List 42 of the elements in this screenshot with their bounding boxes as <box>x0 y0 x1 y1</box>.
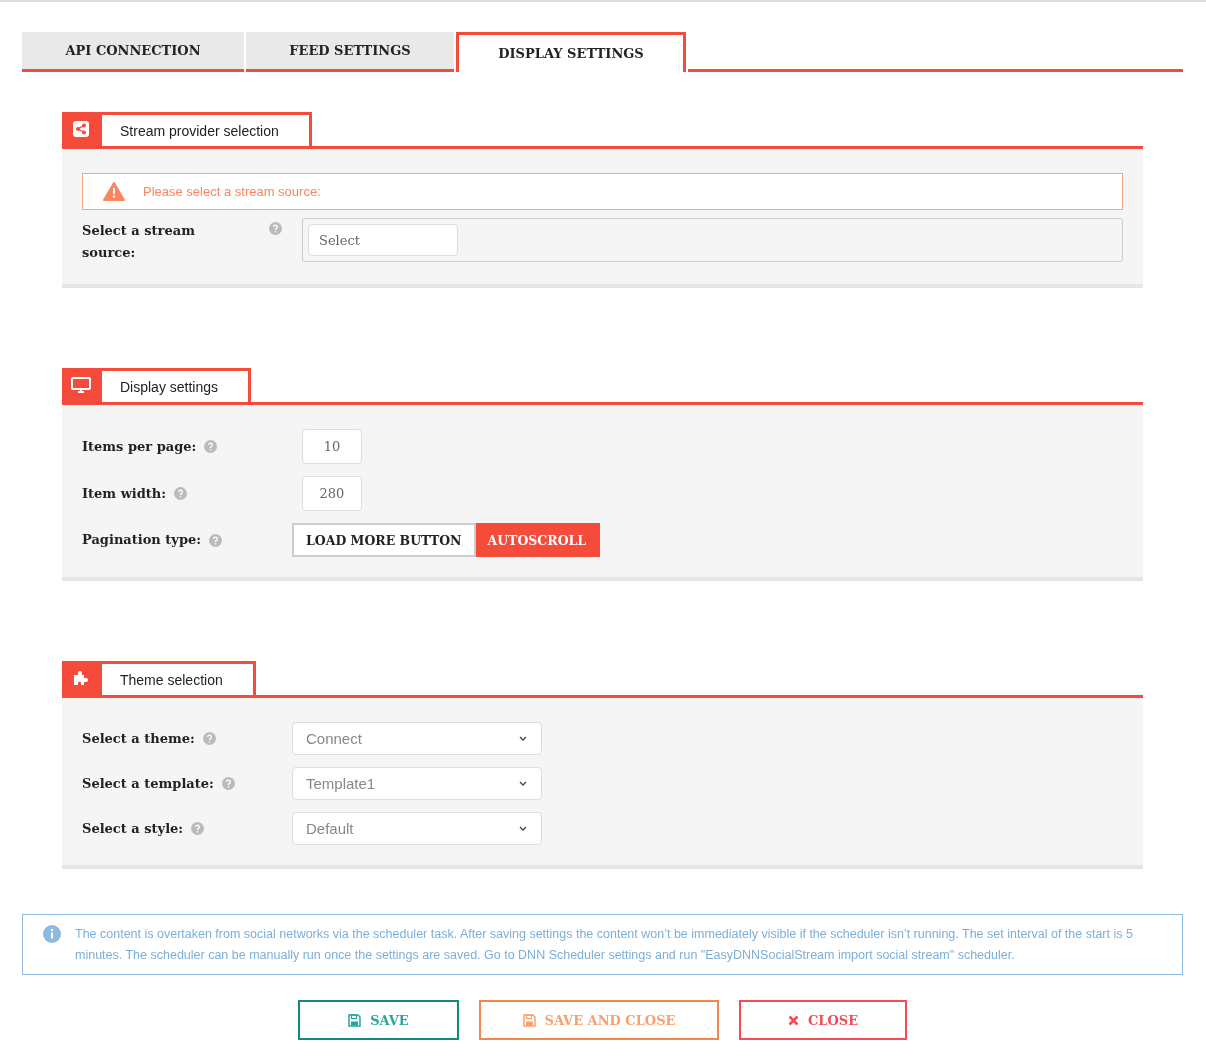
field-label: Select a theme: <box>82 729 195 748</box>
dropdown[interactable]: Template1 <box>292 767 542 800</box>
close-icon <box>787 1014 799 1026</box>
chevron-icon <box>519 736 527 741</box>
field-label: Select a stream source: <box>82 222 196 262</box>
warning-icon <box>103 182 125 201</box>
help-icon[interactable] <box>174 487 188 500</box>
chevron-icon <box>519 826 527 831</box>
field-label: Pagination type: <box>82 531 202 549</box>
field-label: Items per page: <box>82 437 197 456</box>
number-field[interactable]: 280 <box>302 476 362 511</box>
help-icon[interactable] <box>221 777 235 790</box>
pagination-option[interactable]: AUTOSCROLL <box>475 523 601 557</box>
info-icon <box>43 925 61 943</box>
field-label: Select a template: <box>82 774 214 793</box>
dropdown[interactable]: Connect <box>292 722 542 755</box>
close-button[interactable]: CLOSE <box>739 1000 907 1040</box>
share-icon <box>72 121 89 137</box>
info-text: The content is overtaken from social networks via the scheduler task. After saving settings the content won’t be immediately visible if the scheduler isn’t running. The set interval of the start is 5 minutes. The scheduler can be manually run once the settings are saved. Go to DNN Scheduler settings and run "EasyDNNSocialStream import social stream" scheduler. <box>75 926 1134 964</box>
tab[interactable]: API CONNECTION <box>22 32 244 72</box>
section-title: Theme selection <box>99 661 256 695</box>
pagination-option[interactable]: LOAD MORE BUTTON <box>292 523 476 557</box>
field-label: Select a style: <box>82 819 184 838</box>
puzzle-icon <box>71 669 90 687</box>
field-label: Item width: <box>82 484 167 503</box>
save-button[interactable]: SAVE <box>298 1000 459 1040</box>
alert-text: Please select a stream source: <box>143 184 321 199</box>
monitor-icon <box>70 377 91 393</box>
tab[interactable]: DISPLAY SETTINGS <box>456 32 686 72</box>
help-icon[interactable] <box>209 533 223 547</box>
help-icon[interactable] <box>202 732 216 745</box>
tab[interactable]: FEED SETTINGS <box>246 32 454 72</box>
section-title: Stream provider selection <box>99 112 312 146</box>
stream-source-field[interactable]: Select <box>308 224 458 256</box>
help-icon[interactable] <box>204 440 218 453</box>
dropdown[interactable]: Default <box>292 812 542 845</box>
section-title: Display settings <box>99 368 252 402</box>
help-icon[interactable] <box>269 222 282 235</box>
chevron-icon <box>519 781 527 786</box>
save-and-close-button[interactable]: SAVE AND CLOSE <box>479 1000 719 1040</box>
number-field[interactable]: 10 <box>302 429 362 464</box>
help-icon[interactable] <box>191 822 205 835</box>
